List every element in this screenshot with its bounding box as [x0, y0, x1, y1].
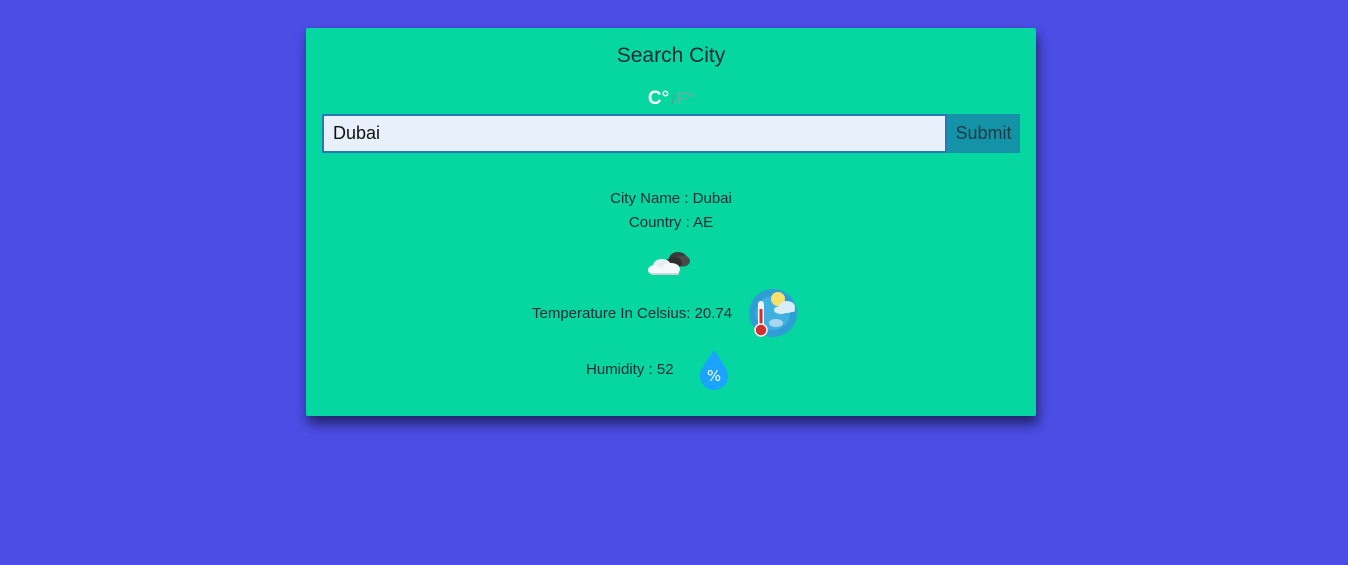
- celsius-toggle[interactable]: C°: [648, 88, 669, 109]
- country-name: Country : AE: [628, 214, 714, 231]
- humidity-drop-icon: %: [699, 350, 728, 390]
- humidity-percent-glyph: %: [706, 367, 720, 385]
- fahrenheit-toggle[interactable]: F°: [677, 89, 694, 108]
- page-title: Search City: [616, 44, 726, 67]
- search-card: Search City C°/F° Submit City Name : Dub…: [306, 28, 1036, 416]
- thermometer-weather-icon: [749, 289, 798, 337]
- temperature-value: Temperature In Celsius: 20.74: [532, 304, 733, 322]
- submit-button[interactable]: Submit: [947, 114, 1020, 153]
- temperature-row: Temperature In Celsius: 20.74: [532, 287, 799, 339]
- unit-separator: /: [671, 92, 675, 107]
- city-name: City Name : Dubai: [610, 190, 732, 207]
- humidity-row: Humidity : 52 %: [586, 348, 730, 390]
- unit-toggle: C° / F°: [306, 88, 1036, 110]
- search-form: Submit: [322, 114, 1020, 153]
- broken-clouds-icon: [648, 252, 690, 275]
- humidity-value: Humidity : 52: [586, 360, 674, 378]
- city-search-input[interactable]: [322, 114, 947, 153]
